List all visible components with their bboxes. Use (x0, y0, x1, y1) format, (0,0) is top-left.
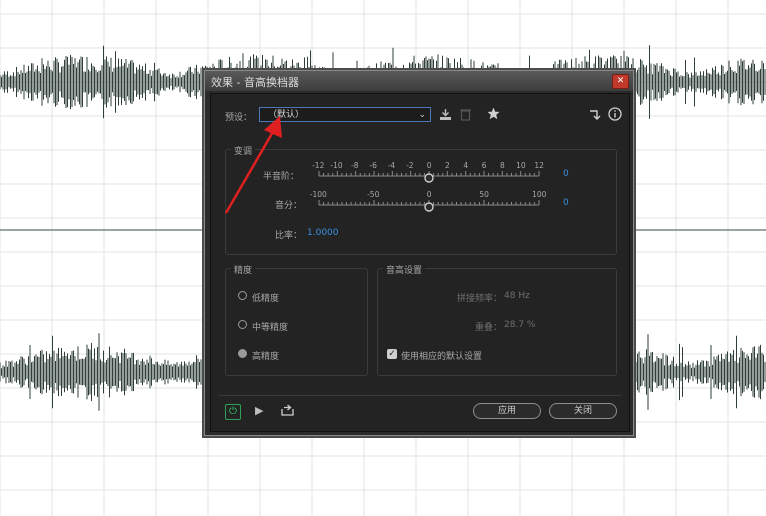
dialog-body: 预设： （默认） ⌄ 变调 半音阶： -12 -10 -8 -6 -4 -2 0 2 4 6 8 10… (210, 93, 630, 432)
default-settings-label: 使用相应的默认设置 (401, 352, 483, 362)
tick-label: -12 (312, 161, 325, 170)
play-icon[interactable]: ▶ (255, 405, 263, 417)
radio-medium-precision[interactable] (238, 320, 247, 329)
preset-label: 预设： (225, 113, 253, 123)
high-precision-label: 高精度 (252, 352, 280, 362)
close-button[interactable]: 关闭 (549, 403, 617, 419)
dialog-title: 效果 - 音高换档器 (211, 76, 299, 89)
tick-label: -6 (369, 161, 377, 170)
medium-precision-label: 中等精度 (252, 323, 289, 333)
tick-label: 100 (532, 190, 547, 199)
pitch-shifter-dialog: 效果 - 音高换档器 ✕ 预设： （默认） ⌄ 变调 半音阶： -12 -10 -8… (204, 70, 634, 436)
tick-label: 10 (516, 161, 526, 170)
tick-label: 8 (500, 161, 505, 170)
tick-label: 6 (481, 161, 487, 170)
semitone-value[interactable]: 0 (563, 169, 569, 179)
ratio-label: 比率： (275, 231, 303, 241)
tick-label: 12 (534, 161, 544, 170)
tick-label: 4 (463, 161, 469, 170)
overlap-value: 28.7 % (504, 320, 536, 330)
close-icon[interactable]: ✕ (612, 74, 629, 89)
transpose-section-label: 变调 (231, 144, 256, 157)
tick-label: -4 (387, 161, 396, 170)
radio-high-precision[interactable] (238, 349, 247, 358)
routing-icon[interactable] (589, 108, 601, 122)
power-icon[interactable]: ⏻ (225, 404, 241, 420)
pitch-settings-section-label: 音高设置 (383, 263, 426, 276)
tick-label: 0 (426, 161, 432, 170)
trash-icon[interactable] (460, 108, 471, 123)
footer-divider (219, 395, 621, 396)
ratio-value[interactable]: 1.0000 (307, 228, 339, 238)
splice-frequency-label: 拼接频率： (457, 294, 503, 304)
slider-thumb (424, 173, 434, 183)
default-settings-checkbox[interactable]: ✓ (387, 349, 397, 359)
radio-low-precision[interactable] (238, 291, 247, 300)
tick-label: 0 (426, 190, 432, 199)
cents-value[interactable]: 0 (563, 198, 569, 208)
slider-thumb (424, 202, 434, 212)
preset-select[interactable]: （默认） ⌄ (259, 107, 431, 122)
semitone-label: 半音阶： (263, 172, 300, 182)
download-icon[interactable] (439, 108, 452, 123)
low-precision-label: 低精度 (252, 294, 280, 304)
apply-button[interactable]: 应用 (473, 403, 541, 419)
cents-slider[interactable] (311, 199, 547, 217)
info-icon[interactable] (608, 107, 622, 123)
dialog-titlebar[interactable]: 效果 - 音高换档器 ✕ (205, 71, 633, 91)
splice-frequency-value: 48 Hz (504, 291, 530, 301)
chevron-down-icon: ⌄ (418, 110, 426, 120)
star-icon[interactable] (487, 107, 500, 122)
tick-label: -50 (367, 190, 380, 199)
tick-label: 50 (479, 190, 489, 199)
overlap-label: 重叠： (475, 323, 503, 333)
loop-icon[interactable] (281, 404, 294, 418)
tick-label: 2 (445, 161, 450, 170)
tick-label: -2 (406, 161, 414, 170)
tick-label: -100 (309, 190, 327, 199)
tick-label: -8 (351, 161, 359, 170)
preset-value: （默认） (268, 110, 305, 120)
precision-section-label: 精度 (231, 263, 256, 276)
semitone-slider[interactable] (311, 170, 547, 188)
cents-label: 音分： (275, 201, 303, 211)
tick-label: -10 (330, 161, 343, 170)
